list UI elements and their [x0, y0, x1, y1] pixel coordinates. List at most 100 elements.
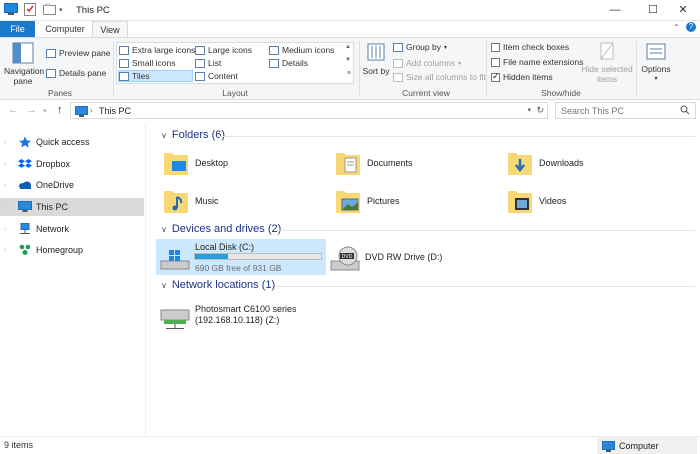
gallery-down-icon[interactable]: ▼ — [345, 57, 351, 63]
ribbon-collapse-icon[interactable]: ⌃ — [673, 23, 680, 32]
panes-group-label: Panes — [47, 88, 73, 98]
layout-extra-large-icons[interactable]: Extra large icons — [119, 45, 195, 55]
layout-large-icons[interactable]: Large icons — [195, 45, 252, 55]
group-by-button[interactable]: Group by ▾ — [393, 42, 447, 52]
layout-details[interactable]: Details — [269, 58, 308, 68]
tab-computer[interactable]: Computer — [40, 21, 90, 37]
sidebar-item-quick-access[interactable]: › Quick access — [0, 133, 144, 151]
network-location-address: (192.168.10.118) (Z:) — [195, 315, 280, 325]
folder-documents[interactable]: Documents — [335, 145, 413, 181]
network-drive-icon — [160, 309, 190, 329]
expand-arrow-icon[interactable]: › — [4, 139, 14, 146]
network-location-tile[interactable]: Photosmart C6100 series (192.168.10.118)… — [156, 300, 356, 336]
status-location: Computer — [597, 437, 697, 454]
content-pane: ∨ Folders (6) Desktop Documents Download… — [147, 124, 700, 436]
add-columns-label: Add columns — [406, 58, 456, 68]
add-columns-button[interactable]: Add columns ▾ — [393, 58, 461, 68]
breadcrumb-chevron-icon: › — [90, 106, 93, 115]
folder-desktop[interactable]: Desktop — [163, 145, 228, 181]
expand-arrow-icon[interactable]: › — [4, 247, 14, 254]
search-input[interactable]: Search This PC — [555, 102, 696, 119]
collapse-chevron-icon[interactable]: ∨ — [161, 131, 167, 140]
layout-option-label: Small icons — [132, 58, 176, 68]
navigation-pane-label: Navigation pane — [4, 66, 45, 86]
address-dropdown-icon[interactable]: ▾ — [527, 106, 531, 114]
item-check-boxes-toggle[interactable]: Item check boxes — [491, 42, 569, 52]
help-icon[interactable]: ? — [686, 22, 696, 32]
current-view-group-label: Current view — [402, 88, 450, 98]
search-placeholder: Search This PC — [561, 106, 624, 116]
options-icon — [646, 43, 666, 60]
details-icon — [269, 58, 279, 68]
sidebar-item-label: Quick access — [36, 137, 90, 147]
dvd-drive-tile[interactable]: DVD DVD RW Drive (D:) — [330, 239, 500, 275]
tab-file[interactable]: File — [0, 21, 35, 37]
expand-arrow-icon[interactable]: › — [4, 204, 14, 211]
back-arrow-icon[interactable]: ← — [8, 104, 19, 116]
local-disk-tile[interactable]: Local Disk (C:) 690 GB free of 931 GB — [156, 239, 326, 275]
drive-name: Local Disk (C:) — [195, 242, 255, 252]
network-icon — [20, 223, 30, 234]
hidden-items-toggle[interactable]: Hidden items — [491, 71, 553, 82]
ribbon-separator — [113, 41, 114, 97]
up-arrow-icon[interactable]: ↑ — [57, 104, 63, 116]
network-section-header[interactable]: ∨ Network locations (1) — [161, 279, 275, 291]
layout-small-icons[interactable]: Small icons — [119, 58, 175, 68]
layout-tiles[interactable]: Tiles — [118, 70, 193, 82]
expand-arrow-icon[interactable]: › — [4, 161, 14, 168]
item-count: 9 items — [4, 440, 34, 450]
minimize-button[interactable]: — — [598, 0, 632, 21]
layout-option-label: Extra large icons — [132, 45, 196, 55]
customize-toolbar-icon[interactable]: ▾ — [59, 6, 63, 20]
sidebar-item-network[interactable]: › Network — [0, 220, 144, 238]
details-pane-label: Details pane — [59, 68, 107, 78]
layout-medium-icons[interactable]: Medium icons — [269, 45, 334, 55]
navigation-pane-button[interactable]: Navigation pane — [4, 42, 45, 86]
details-pane-button[interactable]: Details pane — [46, 68, 106, 78]
properties-icon[interactable] — [24, 3, 36, 17]
preview-pane-button[interactable]: Preview pane — [46, 48, 111, 58]
forward-arrow-icon[interactable]: → — [26, 104, 37, 116]
recent-locations-icon[interactable]: ▾ — [43, 107, 47, 115]
checkbox-checked-icon — [491, 71, 500, 82]
sidebar-item-this-pc[interactable]: › This PC — [0, 198, 144, 216]
close-button[interactable]: ✕ — [666, 0, 700, 21]
folder-pictures[interactable]: Pictures — [335, 183, 400, 219]
file-name-extensions-toggle[interactable]: File name extensions — [491, 57, 583, 67]
layout-option-label: Tiles — [132, 71, 150, 81]
hide-selected-items-button[interactable]: Hide selected items — [580, 42, 634, 84]
address-bar[interactable]: › This PC ▾ ↻ — [70, 102, 548, 119]
expand-arrow-icon[interactable]: › — [4, 226, 14, 233]
status-bar: 9 items ☰ ▦ Computer — [0, 436, 700, 454]
layout-list[interactable]: List — [195, 58, 221, 68]
sidebar-item-onedrive[interactable]: › OneDrive — [0, 176, 144, 194]
devices-section-header[interactable]: ∨ Devices and drives (2) — [161, 223, 281, 235]
add-columns-icon — [393, 58, 403, 68]
new-folder-icon[interactable] — [43, 3, 56, 17]
folder-music[interactable]: Music — [163, 183, 219, 219]
gallery-up-icon[interactable]: ▲ — [345, 44, 351, 50]
maximize-button[interactable]: ☐ — [636, 0, 670, 21]
collapse-chevron-icon[interactable]: ∨ — [161, 281, 167, 290]
collapse-chevron-icon[interactable]: ∨ — [161, 225, 167, 234]
refresh-icon[interactable]: ↻ — [536, 105, 544, 116]
tab-view[interactable]: View — [92, 21, 128, 37]
folder-downloads[interactable]: Downloads — [507, 145, 584, 181]
folders-section-header[interactable]: ∨ Folders (6) — [161, 129, 225, 141]
explorer-app-icon — [4, 3, 18, 17]
gallery-more-icon[interactable]: ≡ — [347, 70, 351, 77]
options-button[interactable]: Options ▾ — [640, 42, 672, 84]
expand-arrow-icon[interactable]: › — [4, 182, 14, 189]
size-all-columns-label: Size all columns to fit — [406, 72, 486, 82]
size-all-columns-button[interactable]: Size all columns to fit — [393, 72, 486, 82]
address-row: ← → ▾ ↑ › This PC ▾ ↻ Search This PC — [0, 100, 700, 122]
small-icons-icon — [119, 58, 129, 68]
sort-by-button[interactable]: Sort by — [362, 42, 390, 76]
music-folder-icon — [164, 191, 188, 213]
sidebar-item-dropbox[interactable]: › Dropbox — [0, 155, 144, 173]
layout-content[interactable]: Content — [195, 71, 238, 81]
folder-videos[interactable]: Videos — [507, 183, 566, 219]
sidebar-item-homegroup[interactable]: › Homegroup — [0, 241, 144, 259]
devices-heading: Devices and drives (2) — [171, 223, 282, 235]
breadcrumb: This PC — [99, 106, 132, 116]
